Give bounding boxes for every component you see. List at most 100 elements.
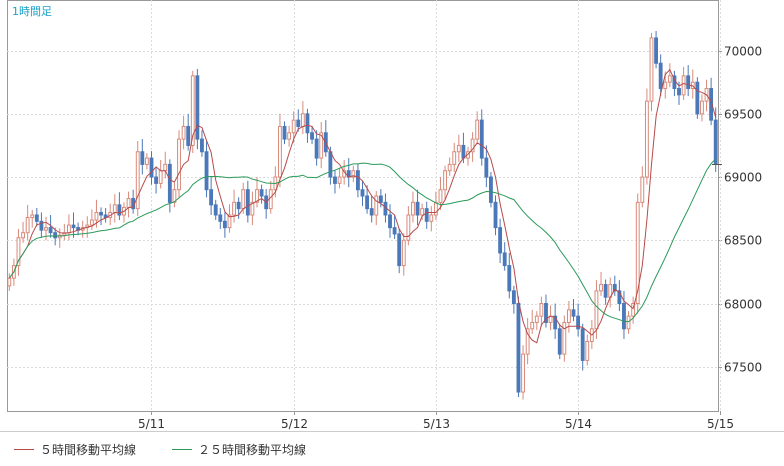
- x-tick-label: 5/11: [138, 417, 165, 431]
- candle-body: [626, 315, 631, 330]
- candle-body: [241, 189, 246, 210]
- candle-body: [200, 138, 204, 153]
- candle-body: [355, 170, 360, 191]
- candle-body: [562, 321, 567, 355]
- candle-body: [530, 321, 535, 330]
- x-tick-label: 5/15: [707, 417, 734, 431]
- candle-body: [397, 233, 402, 267]
- candle-body: [287, 132, 292, 140]
- candle-body: [7, 277, 12, 287]
- candle-body: [365, 195, 370, 210]
- candle-body: [305, 113, 310, 134]
- candle-body: [149, 157, 154, 178]
- x-tick-label: 5/12: [281, 417, 308, 431]
- candle-body: [681, 75, 686, 96]
- legend-item-ma25: ２５時間移動平均線: [172, 441, 306, 458]
- candle-body: [516, 303, 521, 393]
- y-tick-label: 69500: [724, 108, 762, 122]
- candle-body: [236, 201, 241, 210]
- candle-body: [539, 303, 544, 317]
- y-tick-label: 68000: [724, 298, 762, 312]
- candle-body: [392, 227, 397, 235]
- candle-body: [34, 214, 39, 222]
- candle-body: [218, 214, 223, 222]
- candle-body: [296, 119, 301, 127]
- candle-body: [282, 125, 287, 140]
- candle-body: [222, 220, 227, 229]
- candle-body: [374, 195, 379, 216]
- candle-body: [167, 163, 172, 203]
- candle-body: [89, 219, 94, 226]
- candle-body: [498, 227, 503, 254]
- y-tick-label: 67500: [724, 361, 762, 375]
- candle-body: [30, 214, 35, 219]
- candle-body: [401, 239, 406, 267]
- candle-body: [245, 189, 250, 216]
- candle-body: [314, 138, 319, 159]
- candle-body: [452, 151, 457, 165]
- candle-body: [566, 309, 571, 323]
- candle-body: [424, 208, 429, 222]
- candle-body: [21, 232, 25, 239]
- candle-body: [415, 201, 420, 216]
- candle-body: [48, 227, 53, 234]
- candle-body: [443, 170, 447, 191]
- candle-body: [99, 211, 103, 216]
- candle-body: [186, 125, 191, 146]
- candle-body: [695, 81, 700, 115]
- candle-body: [599, 284, 603, 292]
- candle-body: [461, 144, 466, 159]
- candle-body: [700, 100, 704, 115]
- candle-body: [622, 303, 626, 330]
- candle-body: [144, 157, 149, 165]
- candle-body: [521, 353, 525, 393]
- candle-body: [209, 189, 214, 206]
- candle-body: [640, 176, 645, 203]
- candle-body: [429, 214, 434, 222]
- candle-body: [438, 189, 443, 203]
- candle-body: [603, 284, 608, 298]
- x-tick-label: 5/14: [565, 417, 592, 431]
- candle-body: [433, 201, 438, 216]
- candle-body: [507, 265, 512, 292]
- candle-body: [259, 189, 264, 197]
- candle-body: [195, 75, 200, 140]
- candle-body: [479, 119, 484, 159]
- candle-body: [25, 217, 30, 234]
- candle-body: [654, 37, 658, 64]
- candle-body: [493, 201, 498, 229]
- candle-body: [580, 328, 585, 361]
- candle-body: [67, 224, 71, 234]
- candle-body: [388, 214, 392, 229]
- candle-body: [511, 290, 516, 305]
- candle-body: [420, 208, 425, 216]
- y-tick-label: 68500: [724, 234, 762, 248]
- y-tick-label: 69000: [724, 171, 762, 185]
- candle-body: [713, 119, 718, 165]
- candle-body: [278, 125, 282, 178]
- candle-body: [135, 151, 140, 210]
- candle-body: [571, 309, 576, 317]
- candle-body: [649, 37, 654, 102]
- candle-body: [502, 252, 507, 267]
- candle-body: [213, 204, 218, 216]
- legend-label-ma25: ２５時間移動平均線: [198, 443, 307, 457]
- legend-item-ma5: ５時間移動平均線: [14, 441, 136, 458]
- candle-body: [677, 88, 681, 96]
- y-tick-label: 70000: [724, 45, 762, 59]
- x-tick-label: 5/13: [423, 417, 450, 431]
- candlestick-chart: 70000 69500 69000 68500 68000 67500 5/11 5/12 5/…: [0, 0, 784, 432]
- candle-body: [686, 75, 691, 90]
- candle-body: [360, 189, 365, 197]
- candle-body: [585, 340, 590, 361]
- ma25-swatch: [172, 449, 192, 450]
- candle-body: [658, 62, 663, 90]
- candle-body: [291, 119, 296, 134]
- candle-body: [667, 75, 672, 83]
- candle-body: [594, 290, 599, 330]
- candle-body: [126, 198, 131, 208]
- candle-body: [232, 201, 236, 216]
- candle-body: [328, 151, 333, 178]
- timeframe-label: 1時間足: [12, 5, 52, 18]
- candle-body: [378, 195, 383, 203]
